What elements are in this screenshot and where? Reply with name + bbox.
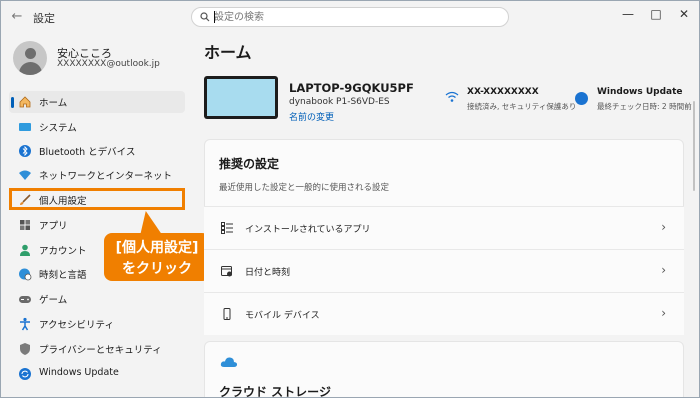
- network-name[interactable]: XX-XXXXXXXX: [467, 87, 539, 97]
- search-input[interactable]: [214, 9, 494, 25]
- sidebar-item-label: ホーム: [39, 98, 68, 109]
- search-icon: [200, 12, 210, 22]
- sidebar-item-label: アプリ: [39, 221, 68, 232]
- windows-update-status: 最終チェック日時: 2 時間前: [597, 102, 692, 111]
- sidebar-item-privacy[interactable]: プライバシーとセキュリティ: [9, 338, 185, 360]
- apps-icon: [20, 220, 30, 230]
- chevron-right-icon: ›: [661, 263, 666, 277]
- cloud-icon: [220, 357, 238, 367]
- network-status: 接続済み, セキュリティ保護あり: [467, 102, 577, 111]
- avatar[interactable]: [13, 41, 47, 75]
- device-model: dynabook P1-S6VD-ES: [289, 97, 390, 107]
- cloud-storage-title: クラウド ストレージ: [219, 385, 331, 398]
- recommended-subtitle: 最近使用した設定と一般的に使用される設定: [219, 183, 390, 193]
- row-label: モバイル デバイス: [245, 311, 320, 321]
- calendar-clock-icon: [221, 266, 232, 277]
- settings-window: ← 設定 — □ ✕ 安心こころ XXXXXXXX@outlook.jp ホーム…: [0, 0, 700, 398]
- recommended-title: 推奨の設定: [219, 157, 280, 171]
- phone-icon: [223, 308, 231, 320]
- sidebar-item-label: 時刻と言語: [39, 270, 87, 281]
- system-icon: [19, 123, 31, 131]
- maximize-icon[interactable]: □: [643, 3, 669, 25]
- sidebar-item-label: ゲーム: [39, 295, 68, 306]
- sidebar-item-network[interactable]: ネットワークとインターネット: [9, 164, 185, 186]
- chevron-right-icon: ›: [661, 220, 666, 234]
- instruction-callout: [個人用設定] をクリック: [104, 233, 210, 281]
- device-name: LAPTOP-9GQKU5PF: [289, 81, 414, 95]
- row-label: インストールされているアプリ: [245, 225, 371, 235]
- row-label: 日付と時刻: [245, 268, 291, 278]
- personalization-highlight-box: [9, 188, 185, 210]
- sidebar-item-accessibility[interactable]: アクセシビリティ: [9, 313, 185, 335]
- account-icon: [20, 244, 30, 256]
- sidebar-item-home[interactable]: ホーム: [9, 91, 185, 113]
- recommended-row-date-time[interactable]: 日付と時刻 ›: [204, 249, 684, 292]
- user-email: XXXXXXXX@outlook.jp: [57, 59, 160, 69]
- recommended-row-installed-apps[interactable]: インストールされているアプリ ›: [204, 206, 684, 249]
- sidebar-item-system[interactable]: システム: [9, 116, 185, 138]
- title-bar: ← 設定 — □ ✕: [1, 1, 699, 33]
- sidebar-item-windows-update[interactable]: Windows Update: [9, 363, 185, 385]
- bluetooth-icon: [19, 145, 31, 157]
- gamepad-icon: [19, 296, 31, 303]
- search-box[interactable]: [191, 7, 509, 27]
- windows-update-icon: [575, 92, 588, 105]
- installed-apps-icon: [221, 222, 233, 234]
- page-title: ホーム: [204, 43, 252, 62]
- close-icon[interactable]: ✕: [671, 3, 697, 25]
- windows-update-title[interactable]: Windows Update: [597, 87, 683, 97]
- accessibility-icon: [20, 317, 30, 331]
- back-arrow-icon[interactable]: ←: [9, 9, 25, 25]
- wifi-icon: [19, 170, 31, 180]
- sidebar-item-gaming[interactable]: ゲーム: [9, 288, 185, 310]
- sidebar-item-label: システム: [39, 123, 77, 134]
- device-image: [204, 76, 278, 119]
- text-caret: [214, 11, 215, 23]
- shield-icon: [20, 343, 30, 355]
- scrollbar[interactable]: [693, 101, 695, 191]
- sidebar-item-label: アカウント: [39, 246, 87, 257]
- minimize-icon[interactable]: —: [615, 3, 641, 25]
- globe-clock-icon: [19, 268, 32, 281]
- recommended-row-mobile-devices[interactable]: モバイル デバイス ›: [204, 292, 684, 335]
- home-icon: [19, 96, 31, 108]
- sidebar-item-label: アクセシビリティ: [39, 320, 114, 331]
- sidebar-item-label: プライバシーとセキュリティ: [39, 345, 162, 356]
- sidebar-item-bluetooth[interactable]: Bluetooth とデバイス: [9, 140, 185, 162]
- sidebar-item-label: ネットワークとインターネット: [39, 171, 173, 182]
- rename-link[interactable]: 名前の変更: [289, 110, 334, 123]
- callout-line-2: をクリック: [122, 261, 192, 277]
- sidebar-item-label: Bluetooth とデバイス: [39, 147, 136, 158]
- wifi-status-icon: [445, 91, 459, 102]
- chevron-right-icon: ›: [661, 306, 666, 320]
- app-title: 設定: [33, 12, 55, 25]
- update-icon: [19, 368, 31, 380]
- callout-line-1: [個人用設定]: [115, 240, 199, 256]
- sidebar-item-label: Windows Update: [39, 367, 119, 378]
